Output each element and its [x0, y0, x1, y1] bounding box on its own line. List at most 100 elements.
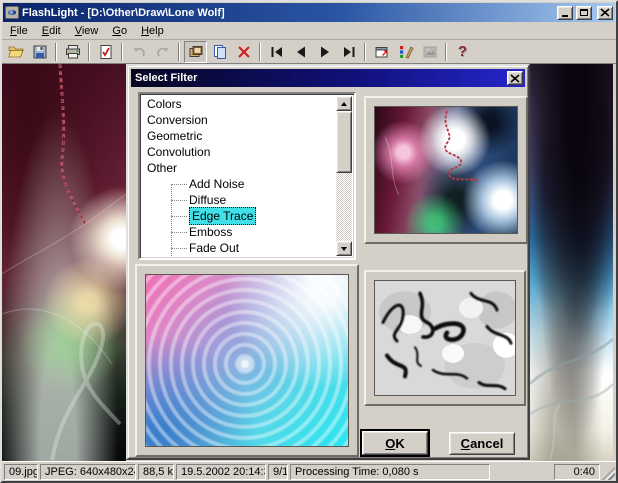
- result-preview-frame: [364, 270, 526, 406]
- status-bar: 09.jpg JPEG: 640x480x24bpp 88,5 kB 19.5.…: [2, 461, 616, 481]
- background-image-left: [2, 64, 126, 461]
- red-chain-decoration: [375, 107, 518, 234]
- filter-image-icon: [422, 44, 438, 60]
- chain-decoration: [2, 64, 126, 461]
- save-button[interactable]: [28, 41, 51, 63]
- menu-help[interactable]: Help: [134, 23, 171, 39]
- browse-button[interactable]: [184, 41, 207, 63]
- menu-view[interactable]: View: [68, 23, 106, 39]
- toolbar-separator: [178, 43, 180, 61]
- redo-button[interactable]: [151, 41, 174, 63]
- minimize-icon: [562, 15, 568, 17]
- filters-button[interactable]: [418, 41, 441, 63]
- scroll-down-button[interactable]: [336, 241, 352, 256]
- dialog-close-button[interactable]: [507, 71, 523, 85]
- printer-icon: [65, 44, 81, 60]
- image-viewport: Select Filter Colors Conversion Geometri…: [2, 64, 616, 461]
- tree-connector: [171, 200, 187, 201]
- window-title: FlashLight - [D:\Other\Draw\Lone Wolf]: [22, 7, 554, 19]
- open-button[interactable]: [4, 41, 27, 63]
- toolbar-separator: [121, 43, 123, 61]
- scrollbar-thumb[interactable]: [336, 111, 352, 173]
- toolbar-separator: [88, 43, 90, 61]
- resize-grip[interactable]: [602, 467, 615, 480]
- app-icon: [5, 6, 19, 19]
- cancel-button[interactable]: Cancel: [449, 432, 515, 455]
- prev-arrow-icon: [293, 44, 309, 60]
- status-timer: 0:40: [554, 464, 600, 480]
- redo-arrow-icon: [155, 44, 171, 60]
- maximize-button[interactable]: [576, 6, 592, 20]
- copy-button[interactable]: [208, 41, 231, 63]
- ripple-pattern-preview: [146, 275, 348, 446]
- menu-go[interactable]: Go: [105, 23, 134, 39]
- minimize-button[interactable]: [557, 6, 573, 20]
- question-mark-icon: ?: [458, 44, 467, 59]
- filter-tree: Colors Conversion Geometric Convolution …: [142, 96, 336, 256]
- last-arrow-icon: [341, 44, 357, 60]
- color-palette-icon: [398, 44, 414, 60]
- dialog-title-bar: Select Filter: [131, 69, 525, 87]
- copy-pages-icon: [212, 44, 228, 60]
- tree-item-colors[interactable]: Colors: [142, 96, 336, 112]
- menu-edit[interactable]: Edit: [35, 23, 68, 39]
- status-image-index: 9/12: [268, 464, 288, 480]
- tree-connector: [171, 248, 187, 249]
- status-processing-time: Processing Time: 0,080 s: [290, 464, 490, 480]
- original-image-preview: [375, 107, 517, 233]
- last-image-button[interactable]: [337, 41, 360, 63]
- print-button[interactable]: [61, 41, 84, 63]
- arrow-up-icon: [341, 102, 347, 106]
- document-check-icon: [98, 44, 114, 60]
- first-arrow-icon: [269, 44, 285, 60]
- app-window: FlashLight - [D:\Other\Draw\Lone Wolf] F…: [0, 0, 618, 483]
- tree-item-convolution[interactable]: Convolution: [142, 144, 336, 160]
- next-image-button[interactable]: [313, 41, 336, 63]
- tree-item-other[interactable]: Other: [142, 160, 336, 176]
- selected-filter: Edge Trace: [189, 207, 256, 225]
- resize-window-icon: [374, 44, 390, 60]
- fit-window-button[interactable]: [370, 41, 393, 63]
- list-scrollbar[interactable]: [336, 96, 352, 256]
- maximize-icon: [580, 9, 588, 16]
- ok-button[interactable]: OK: [362, 431, 428, 455]
- menu-file[interactable]: File: [3, 23, 35, 39]
- red-x-icon: [236, 44, 252, 60]
- dialog-title: Select Filter: [135, 72, 507, 84]
- original-preview-frame: [364, 96, 528, 244]
- verify-button[interactable]: [94, 41, 117, 63]
- tree-item-geometric[interactable]: Geometric: [142, 128, 336, 144]
- toolbar-separator: [364, 43, 366, 61]
- menu-bar: File Edit View Go Help: [2, 22, 616, 40]
- tree-item-conversion[interactable]: Conversion: [142, 112, 336, 128]
- arrow-down-icon: [341, 247, 347, 251]
- first-image-button[interactable]: [265, 41, 288, 63]
- status-filename: 09.jpg: [4, 464, 38, 480]
- scroll-up-button[interactable]: [336, 96, 352, 111]
- status-format: JPEG: 640x480x24bpp: [40, 464, 136, 480]
- close-icon: [600, 8, 610, 17]
- filter-pattern-frame: [135, 264, 359, 457]
- edge-trace-result-preview: [375, 281, 515, 395]
- filter-list[interactable]: Colors Conversion Geometric Convolution …: [138, 92, 356, 260]
- toolbar: ?: [2, 40, 616, 64]
- close-button[interactable]: [597, 6, 613, 20]
- previous-image-button[interactable]: [289, 41, 312, 63]
- delete-button[interactable]: [232, 41, 255, 63]
- ok-button-default-ring: OK: [360, 429, 430, 457]
- smoke-decoration: [530, 64, 613, 461]
- open-folder-icon: [8, 44, 24, 60]
- tree-connector: [171, 232, 187, 233]
- tree-branch-line: [171, 184, 172, 256]
- status-datetime: 19.5.2002 20:14:38: [176, 464, 266, 480]
- help-button[interactable]: ?: [451, 41, 474, 63]
- select-filter-dialog: Select Filter Colors Conversion Geometri…: [126, 64, 530, 460]
- undo-button[interactable]: [127, 41, 150, 63]
- title-bar: FlashLight - [D:\Other\Draw\Lone Wolf]: [3, 3, 615, 22]
- colors-button[interactable]: [394, 41, 417, 63]
- tree-connector: [171, 184, 187, 185]
- close-icon: [510, 74, 520, 83]
- background-image-right: [530, 64, 613, 461]
- toolbar-separator: [55, 43, 57, 61]
- toolbar-separator: [445, 43, 447, 61]
